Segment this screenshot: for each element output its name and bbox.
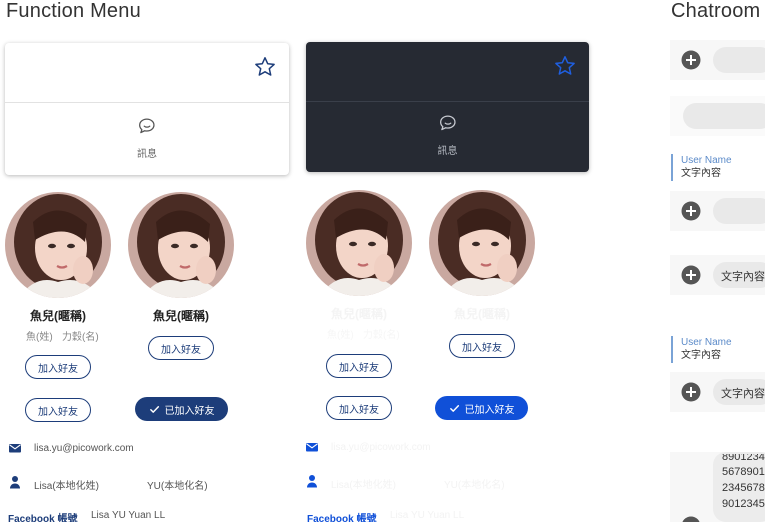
- profile-nickname: 魚兒(暱稱): [331, 307, 387, 321]
- quote-user-name: User Name: [681, 155, 732, 166]
- plus-circle-icon[interactable]: [681, 201, 701, 221]
- avatar[interactable]: [5, 192, 111, 298]
- added-friend-label: 已加入好友: [464, 404, 515, 416]
- facebook-label: Facebook 帳號: [307, 514, 377, 522]
- profile-nickname: 魚兒(暱稱): [454, 307, 510, 321]
- email-text[interactable]: lisa.yu@picowork.com: [331, 442, 431, 453]
- add-friend-button[interactable]: 加入好友: [148, 336, 214, 360]
- quote-text: 文字內容: [681, 350, 721, 361]
- avatar[interactable]: [429, 190, 535, 296]
- profile-nickname: 魚兒(暱稱): [153, 309, 209, 323]
- chat-input-text: 文字內容: [721, 388, 765, 400]
- number-line: 2345678: [722, 482, 765, 494]
- quoted-message[interactable]: User Name 文字內容: [671, 154, 732, 181]
- chat-input-text: 文字內容: [721, 271, 765, 283]
- card-header-area: [5, 43, 289, 103]
- chat-input-row: [670, 191, 765, 231]
- add-friend-button[interactable]: 加入好友: [25, 355, 91, 379]
- quote-text: 文字內容: [681, 168, 721, 179]
- facebook-label: Facebook 帳號: [8, 514, 78, 522]
- chat-input-field[interactable]: [713, 47, 765, 73]
- plus-circle-icon[interactable]: [681, 50, 701, 70]
- multiline-number-text: 8901234 5678901 2345678 9012345: [722, 454, 765, 512]
- person-icon: [10, 476, 20, 489]
- chatroom-title: Chatroom: [671, 0, 761, 22]
- message-icon[interactable]: [136, 115, 158, 137]
- message-icon[interactable]: [437, 112, 459, 134]
- profile-given-name: 力穀(名): [363, 330, 400, 341]
- add-friend-button[interactable]: 加入好友: [326, 396, 392, 420]
- add-friend-button[interactable]: 加入好友: [449, 334, 515, 358]
- number-line: 5678901: [722, 466, 765, 478]
- number-line: 9012345: [722, 498, 765, 510]
- chat-input-row: [670, 96, 765, 136]
- add-friend-button[interactable]: 加入好友: [326, 354, 392, 378]
- added-friend-button[interactable]: 已加入好友: [135, 397, 228, 421]
- chat-input-row: 文字內容: [670, 372, 765, 412]
- email-icon: [306, 443, 318, 452]
- added-friend-button[interactable]: 已加入好友: [435, 396, 528, 420]
- star-icon[interactable]: [253, 55, 277, 79]
- chat-input-field[interactable]: [713, 198, 765, 224]
- profile-given-name: 力穀(名): [62, 332, 99, 343]
- function-card-light: 訊息: [5, 43, 289, 175]
- localized-surname: Lisa(本地化姓): [34, 481, 100, 492]
- chat-input-field[interactable]: [683, 103, 765, 129]
- check-icon: [149, 405, 159, 413]
- facebook-value[interactable]: Lisa YU Yuan LL: [390, 510, 464, 521]
- plus-circle-icon[interactable]: [681, 516, 701, 522]
- message-label: 訊息: [437, 146, 458, 157]
- message-label: 訊息: [137, 149, 157, 160]
- number-line: 8901234: [722, 454, 765, 463]
- avatar[interactable]: [128, 192, 234, 298]
- email-icon: [9, 444, 21, 453]
- quoted-message[interactable]: User Name 文字內容: [671, 336, 732, 363]
- avatar[interactable]: [306, 190, 412, 296]
- add-friend-button[interactable]: 加入好友: [25, 398, 91, 422]
- added-friend-label: 已加入好友: [164, 405, 215, 417]
- function-card-dark: 訊息: [306, 42, 589, 172]
- profile-surname: 魚(姓): [26, 332, 53, 343]
- profile-nickname: 魚兒(暱稱): [30, 309, 86, 323]
- card-header-area: [306, 42, 589, 102]
- plus-circle-icon[interactable]: [681, 382, 701, 402]
- person-icon: [307, 475, 317, 488]
- localized-given-name: YU(本地化名): [444, 480, 505, 491]
- plus-circle-icon[interactable]: [681, 265, 701, 285]
- localized-surname: Lisa(本地化姓): [331, 480, 397, 491]
- chat-input-row: 8901234 5678901 2345678 9012345: [670, 452, 765, 522]
- quote-user-name: User Name: [681, 337, 732, 348]
- chat-input-row: [670, 40, 765, 80]
- profile-surname: 魚(姓): [327, 330, 354, 341]
- star-icon[interactable]: [553, 54, 577, 78]
- function-menu-title: Function Menu: [6, 0, 141, 22]
- facebook-value[interactable]: Lisa YU Yuan LL: [91, 510, 165, 521]
- email-text[interactable]: lisa.yu@picowork.com: [34, 443, 134, 454]
- check-icon: [449, 404, 459, 412]
- localized-given-name: YU(本地化名): [147, 481, 208, 492]
- chat-input-row: 文字內容: [670, 255, 765, 295]
